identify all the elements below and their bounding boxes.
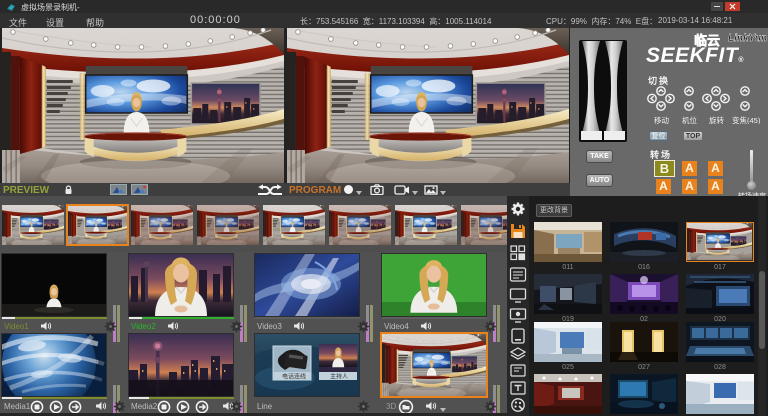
svg-text:移动: 移动: [654, 115, 669, 124]
svg-text:变焦(45): 变焦(45): [732, 115, 761, 124]
svg-text:主持人: 主持人: [330, 373, 348, 381]
svg-text:机位: 机位: [682, 115, 697, 124]
svg-text:电话连线: 电话连线: [282, 373, 306, 381]
svg-text:旋转: 旋转: [709, 115, 724, 124]
